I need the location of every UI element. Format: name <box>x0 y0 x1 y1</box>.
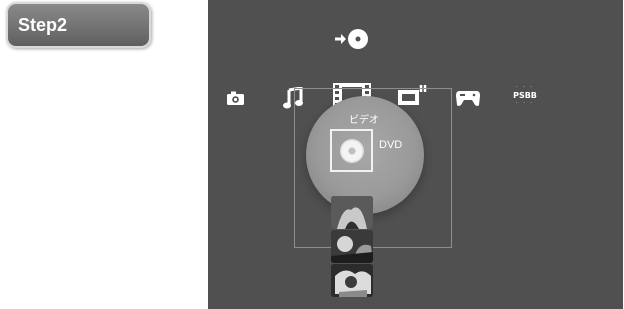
dvd-item[interactable] <box>330 129 373 172</box>
video-thumbnail-list <box>331 196 373 298</box>
category-label-video: ビデオ <box>349 115 379 126</box>
video-thumbnail[interactable] <box>331 230 373 263</box>
step-badge: Step2 <box>6 2 151 48</box>
disc-play-icon[interactable] <box>333 26 369 52</box>
dvd-disc-icon <box>340 139 364 163</box>
xmb-screen: · · · PSBB · · · ビデオ DVD <box>208 0 623 309</box>
video-thumbnail[interactable] <box>331 196 373 229</box>
dvd-item-label: DVD <box>379 139 403 151</box>
step-label: Step2 <box>18 15 68 35</box>
video-thumbnail[interactable] <box>331 264 373 297</box>
camera-icon[interactable] <box>226 90 245 106</box>
gamepad-icon[interactable] <box>455 89 481 107</box>
psbb-icon[interactable]: · · · PSBB · · · <box>510 85 540 109</box>
